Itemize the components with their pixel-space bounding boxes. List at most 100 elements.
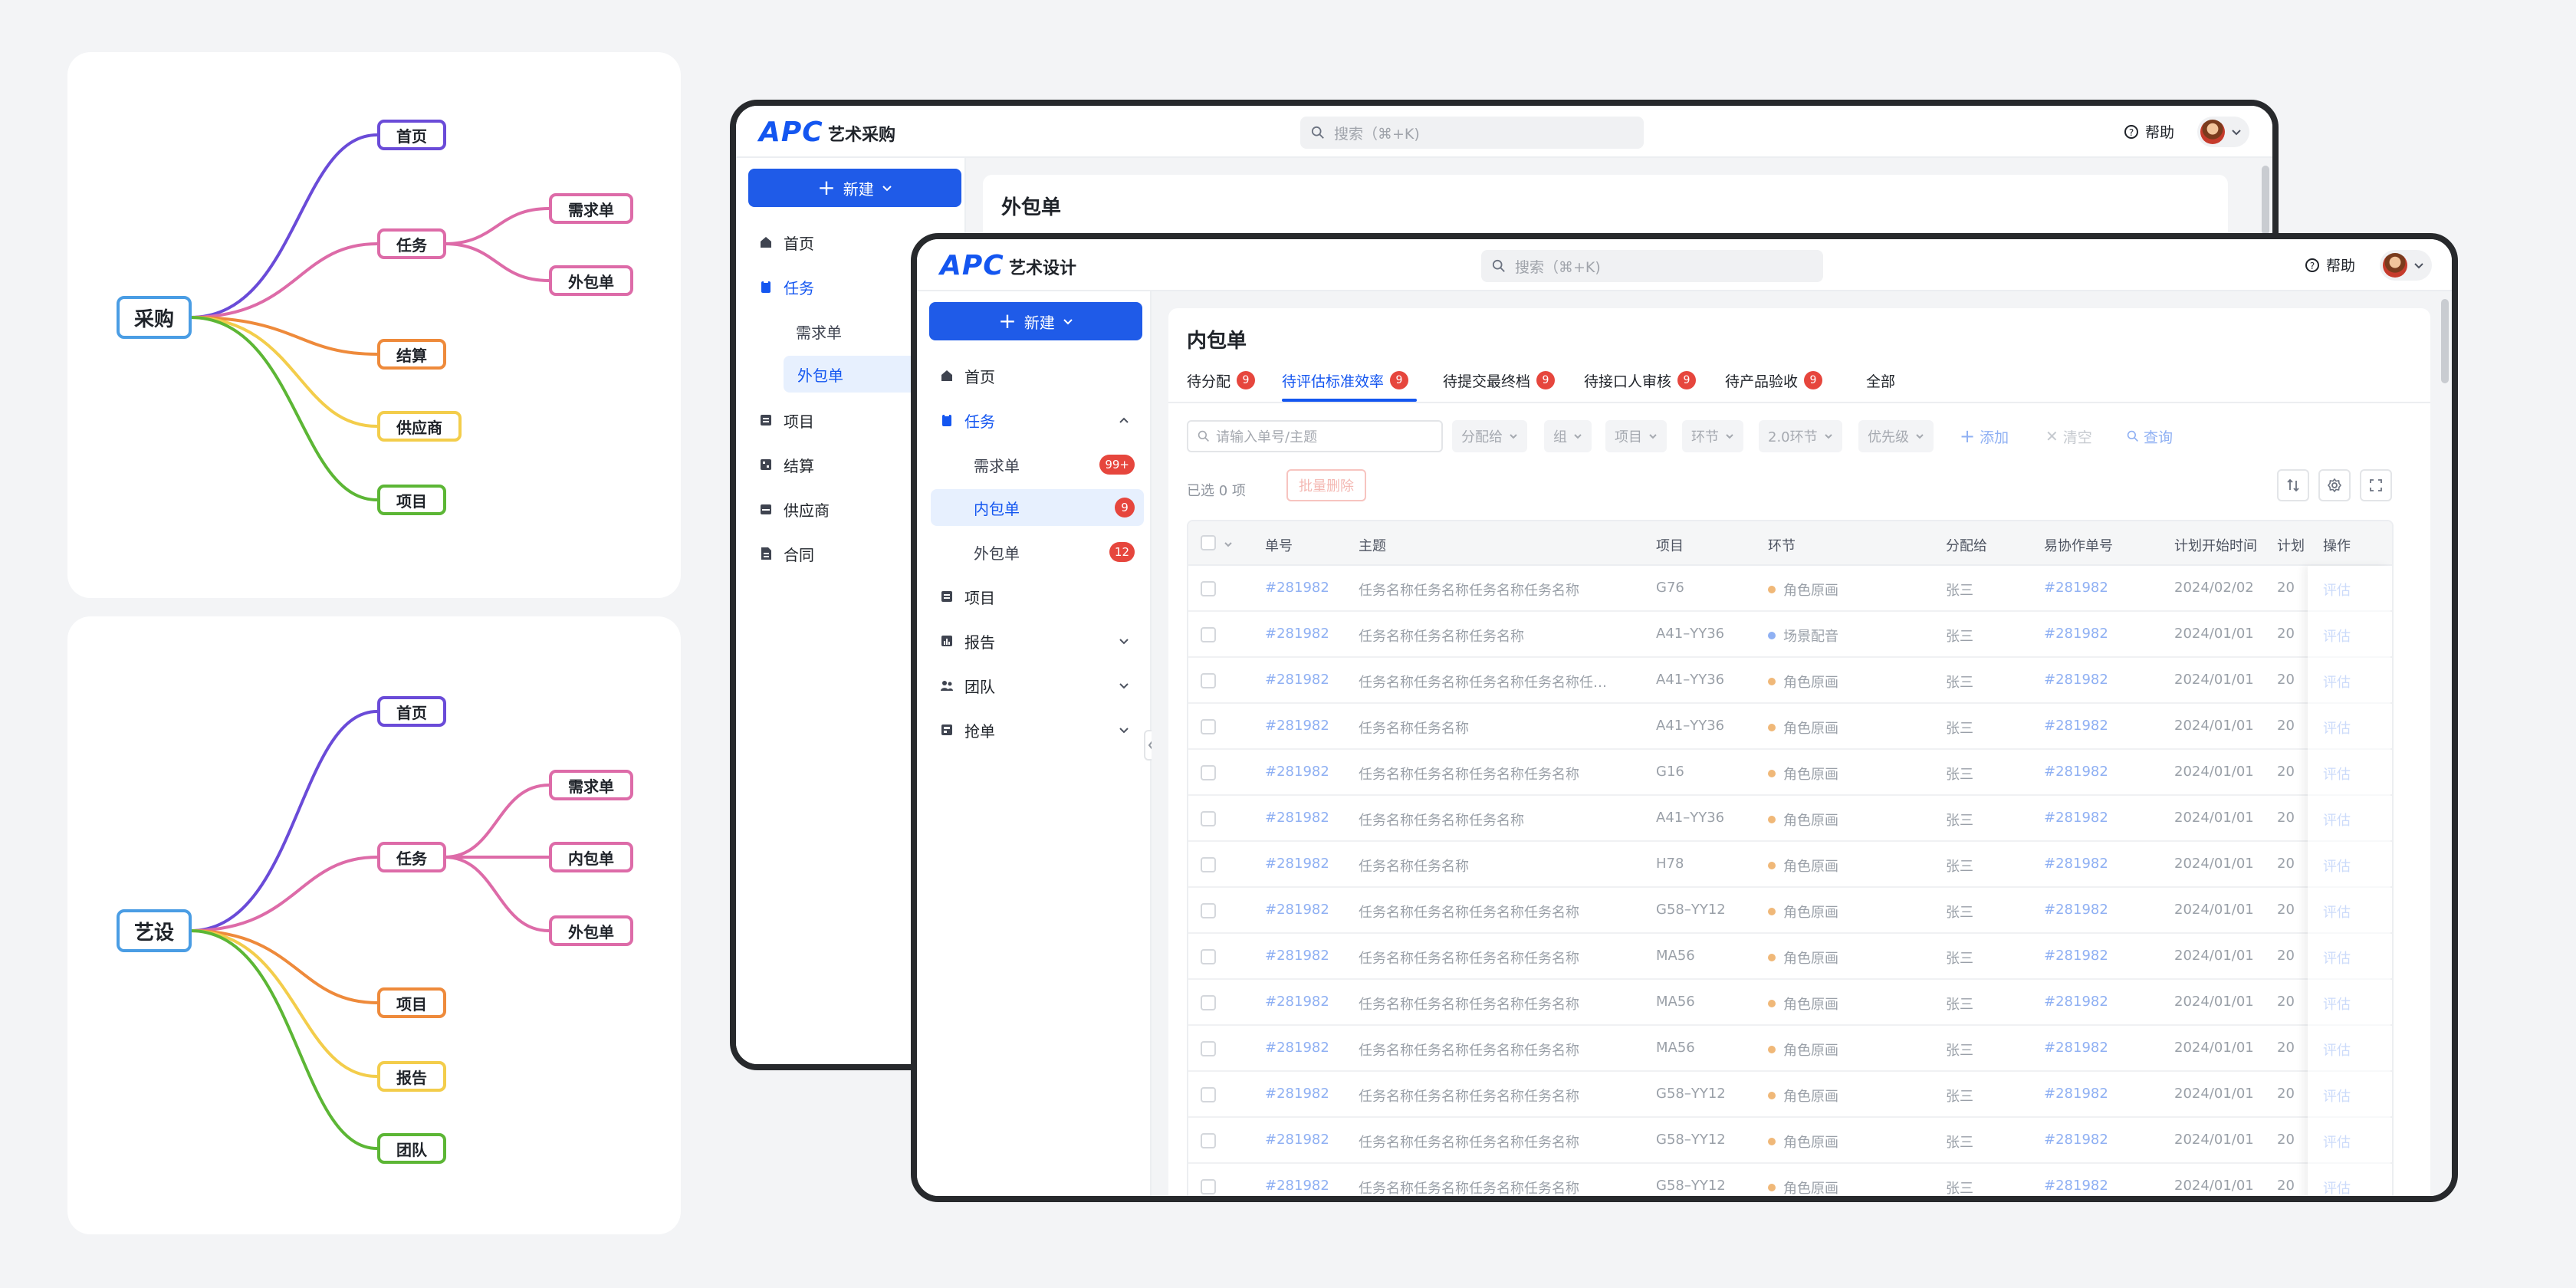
column-header[interactable]: 计划	[2277, 535, 2305, 555]
sidebar-item-grab-order[interactable]: 抢单	[940, 711, 1144, 748]
scrollbar[interactable]	[2441, 299, 2449, 383]
table-row[interactable]: #281982 任务名称任务名称任务名称任务名称 MA56 角色原画 张三 #281982…	[1188, 980, 2392, 1026]
column-header[interactable]: 主题	[1359, 535, 1386, 555]
cell-id[interactable]: #281982	[1265, 1040, 1349, 1056]
filter-assignee[interactable]: 分配给	[1452, 420, 1527, 452]
new-button[interactable]: + 新建	[929, 302, 1142, 340]
clear-filter-button[interactable]: ✕ 清空	[2045, 420, 2092, 452]
row-checkbox[interactable]	[1201, 903, 1216, 918]
global-search-input[interactable]: 搜索（⌘+K)	[1481, 250, 1823, 282]
cell-collab-id[interactable]: #281982	[2044, 1178, 2159, 1194]
cell-collab-id[interactable]: #281982	[2044, 718, 2159, 734]
chevron-down-icon[interactable]	[1224, 540, 1233, 549]
table-row[interactable]: #281982 任务名称任务名称任务名称任务名称 MA56 角色原画 张三 #281982…	[1188, 1026, 2392, 1072]
row-checkbox[interactable]	[1201, 811, 1216, 826]
cell-id[interactable]: #281982	[1265, 1132, 1349, 1148]
cell-collab-id[interactable]: #281982	[2044, 948, 2159, 964]
cell-collab-id[interactable]: #281982	[2044, 902, 2159, 918]
row-checkbox[interactable]	[1201, 949, 1216, 964]
table-row[interactable]: #281982 任务名称任务名称任务名称 A41–YY36 角色原画 张三 #281982…	[1188, 796, 2392, 842]
cell-id[interactable]: #281982	[1265, 764, 1349, 780]
cell-id[interactable]: #281982	[1265, 1086, 1349, 1102]
row-checkbox[interactable]	[1201, 1179, 1216, 1194]
column-header[interactable]: 环节	[1768, 535, 1796, 555]
cell-id[interactable]: #281982	[1265, 580, 1349, 596]
help-button[interactable]: ? 帮助	[2305, 255, 2355, 275]
filter-priority[interactable]: 优先级	[1858, 420, 1934, 452]
table-row[interactable]: #281982 任务名称任务名称任务名称任务名称 G76 角色原画 张三 #281982 2…	[1188, 566, 2392, 612]
row-checkbox[interactable]	[1201, 581, 1216, 596]
table-row[interactable]: #281982 任务名称任务名称 H78 角色原画 张三 #281982 2024/01/0…	[1188, 842, 2392, 888]
cell-collab-id[interactable]: #281982	[2044, 1132, 2159, 1148]
cell-id[interactable]: #281982	[1265, 810, 1349, 826]
column-header[interactable]: 单号	[1265, 535, 1293, 555]
sidebar-item-inhouse[interactable]: 内包单 9	[931, 489, 1144, 526]
filter-group[interactable]: 组	[1544, 420, 1592, 452]
sidebar-item-home[interactable]: 首页	[940, 357, 1144, 394]
sidebar-item-requirements[interactable]: 需求单 99+	[931, 446, 1144, 483]
cell-id[interactable]: #281982	[1265, 1178, 1349, 1194]
row-checkbox[interactable]	[1201, 627, 1216, 642]
global-search-input[interactable]: 搜索（⌘+K)	[1300, 117, 1644, 149]
user-menu[interactable]	[2197, 117, 2249, 147]
table-row[interactable]: #281982 任务名称任务名称任务名称 A41–YY36 场景配音 张三 #281982…	[1188, 612, 2392, 658]
table-row[interactable]: #281982 任务名称任务名称任务名称任务名称 G58–YY12 角色原画 张三 #28…	[1188, 888, 2392, 934]
cell-id[interactable]: #281982	[1265, 856, 1349, 872]
settings-button[interactable]	[2318, 469, 2351, 501]
row-checkbox[interactable]	[1201, 1041, 1216, 1056]
sidebar-item-team[interactable]: 团队	[940, 667, 1144, 704]
tab-pending-final[interactable]: 待提交最终档 9	[1443, 366, 1556, 394]
row-checkbox[interactable]	[1201, 1087, 1216, 1102]
cell-id[interactable]: #281982	[1265, 672, 1349, 688]
sidebar-item-report[interactable]: 报告	[940, 623, 1144, 659]
user-menu[interactable]	[2380, 250, 2432, 281]
sidebar-item-outsource[interactable]: 外包单 12	[931, 534, 1144, 570]
cell-collab-id[interactable]: #281982	[2044, 856, 2159, 872]
sort-button[interactable]	[2277, 469, 2309, 501]
add-filter-button[interactable]: + 添加	[1960, 420, 2009, 452]
column-header[interactable]: 计划开始时间	[2174, 535, 2257, 555]
tab-all[interactable]: 全部	[1866, 366, 1895, 394]
table-row[interactable]: #281982 任务名称任务名称任务名称任务名称 G58–YY12 角色原画 张三 #28…	[1188, 1118, 2392, 1164]
cell-id[interactable]: #281982	[1265, 902, 1349, 918]
bulk-delete-button[interactable]: 批量删除	[1286, 469, 1366, 501]
cell-collab-id[interactable]: #281982	[2044, 1040, 2159, 1056]
table-row[interactable]: #281982 任务名称任务名称 A41–YY36 角色原画 张三 #281982 2024…	[1188, 704, 2392, 750]
table-row[interactable]: #281982 任务名称任务名称任务名称任务名称任… A41–YY36 角色原画 张三 #…	[1188, 658, 2392, 704]
tab-pending-evaluate[interactable]: 待评估标准效率 9	[1282, 366, 1409, 394]
tab-pending-assign[interactable]: 待分配 9	[1187, 366, 1256, 394]
row-checkbox[interactable]	[1201, 995, 1216, 1010]
select-all-checkbox[interactable]	[1201, 535, 1216, 550]
tab-pending-accept[interactable]: 待产品验收 9	[1725, 366, 1823, 394]
filter-project[interactable]: 项目	[1605, 420, 1667, 452]
apc-logo[interactable]: APC	[940, 250, 1004, 281]
row-checkbox[interactable]	[1201, 1133, 1216, 1148]
cell-collab-id[interactable]: #281982	[2044, 672, 2159, 688]
cell-id[interactable]: #281982	[1265, 626, 1349, 642]
order-search-input[interactable]: 请输入单号/主题	[1187, 420, 1443, 452]
cell-collab-id[interactable]: #281982	[2044, 1086, 2159, 1102]
cell-collab-id[interactable]: #281982	[2044, 764, 2159, 780]
cell-collab-id[interactable]: #281982	[2044, 994, 2159, 1010]
row-checkbox[interactable]	[1201, 857, 1216, 872]
cell-collab-id[interactable]: #281982	[2044, 580, 2159, 596]
apc-logo[interactable]: APC	[759, 117, 823, 148]
row-checkbox[interactable]	[1201, 719, 1216, 734]
filter-stage[interactable]: 环节	[1682, 420, 1743, 452]
row-checkbox[interactable]	[1201, 673, 1216, 688]
sidebar-item-task[interactable]: 任务	[940, 402, 1144, 439]
filter-stage-v2[interactable]: 2.0环节	[1759, 420, 1842, 452]
column-header[interactable]: 项目	[1656, 535, 1684, 555]
scrollbar[interactable]	[2262, 166, 2269, 235]
new-button[interactable]: + 新建	[748, 169, 961, 207]
row-checkbox[interactable]	[1201, 765, 1216, 780]
cell-id[interactable]: #281982	[1265, 994, 1349, 1010]
table-row[interactable]: #281982 任务名称任务名称任务名称任务名称 MA56 角色原画 张三 #281982…	[1188, 934, 2392, 980]
help-button[interactable]: ? 帮助	[2124, 121, 2174, 142]
cell-collab-id[interactable]: #281982	[2044, 626, 2159, 642]
fullscreen-button[interactable]	[2360, 469, 2392, 501]
cell-id[interactable]: #281982	[1265, 948, 1349, 964]
cell-collab-id[interactable]: #281982	[2044, 810, 2159, 826]
table-row[interactable]: #281982 任务名称任务名称任务名称任务名称 G16 角色原画 张三 #281982 2…	[1188, 750, 2392, 796]
table-row[interactable]: #281982 任务名称任务名称任务名称任务名称 G58–YY12 角色原画 张三 #28…	[1188, 1164, 2392, 1196]
